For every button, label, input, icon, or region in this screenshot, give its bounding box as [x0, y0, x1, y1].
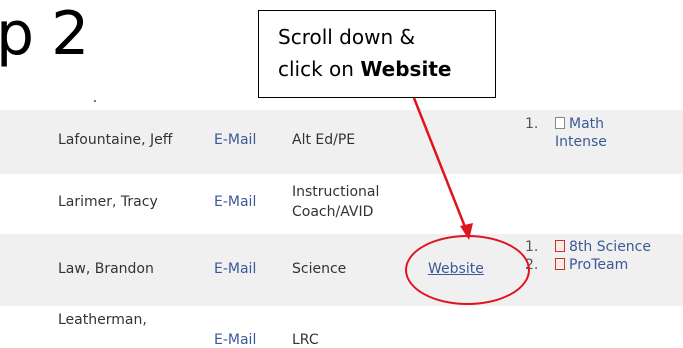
pdf-icon	[555, 240, 565, 252]
callout-line-2-prefix: click on	[278, 57, 361, 81]
highlight-ellipse	[405, 235, 530, 305]
class-link[interactable]: 1. Math Intense	[525, 115, 635, 151]
table-row: Leatherman, E-Mail LRC	[0, 306, 683, 348]
staff-name: Law, Brandon	[58, 261, 154, 277]
callout-line-1: Scroll down &	[278, 25, 416, 49]
pdf-icon	[555, 258, 565, 270]
slide-title-fragment: p 2	[0, 0, 89, 69]
email-link[interactable]: E-Mail	[214, 332, 256, 348]
table-row: Lafountaine, Jeff E-Mail Alt Ed/PE 1. Ma…	[0, 110, 683, 174]
instruction-callout: Scroll down & click on Website	[258, 10, 496, 98]
staff-name: Lafountaine, Jeff	[58, 132, 173, 148]
table-row: Larimer, Tracy E-Mail Instructional Coac…	[0, 174, 683, 234]
callout-line-2: click on Website	[278, 53, 495, 85]
class-link[interactable]: 2. ProTeam	[525, 256, 655, 274]
class-link[interactable]: 1. 8th Science	[525, 238, 655, 256]
staff-name: Leatherman,	[58, 312, 147, 328]
email-link[interactable]: E-Mail	[214, 261, 256, 277]
class-links: 1. 8th Science 2. ProTeam	[525, 238, 655, 274]
department: Science	[292, 261, 347, 277]
staff-directory-table: Lafountaine, Jeff E-Mail Alt Ed/PE 1. Ma…	[0, 110, 683, 348]
document-icon	[555, 117, 565, 129]
department: LRC	[292, 332, 319, 348]
callout-line-2-bold: Website	[360, 57, 452, 81]
class-link-text: 8th Science	[569, 239, 651, 255]
list-number: 1.	[525, 116, 539, 132]
email-link[interactable]: E-Mail	[214, 132, 256, 148]
table-row: Law, Brandon E-Mail Science Website 1. 8…	[0, 234, 683, 306]
staff-name: Larimer, Tracy	[58, 194, 158, 210]
email-link[interactable]: E-Mail	[214, 194, 256, 210]
department: Instructional Coach/AVID	[292, 184, 380, 220]
class-links: 1. Math Intense	[525, 115, 635, 151]
department: Alt Ed/PE	[292, 132, 356, 148]
list-number: 1.	[525, 239, 539, 255]
stray-dot	[94, 100, 96, 102]
class-link-text: ProTeam	[569, 257, 629, 273]
